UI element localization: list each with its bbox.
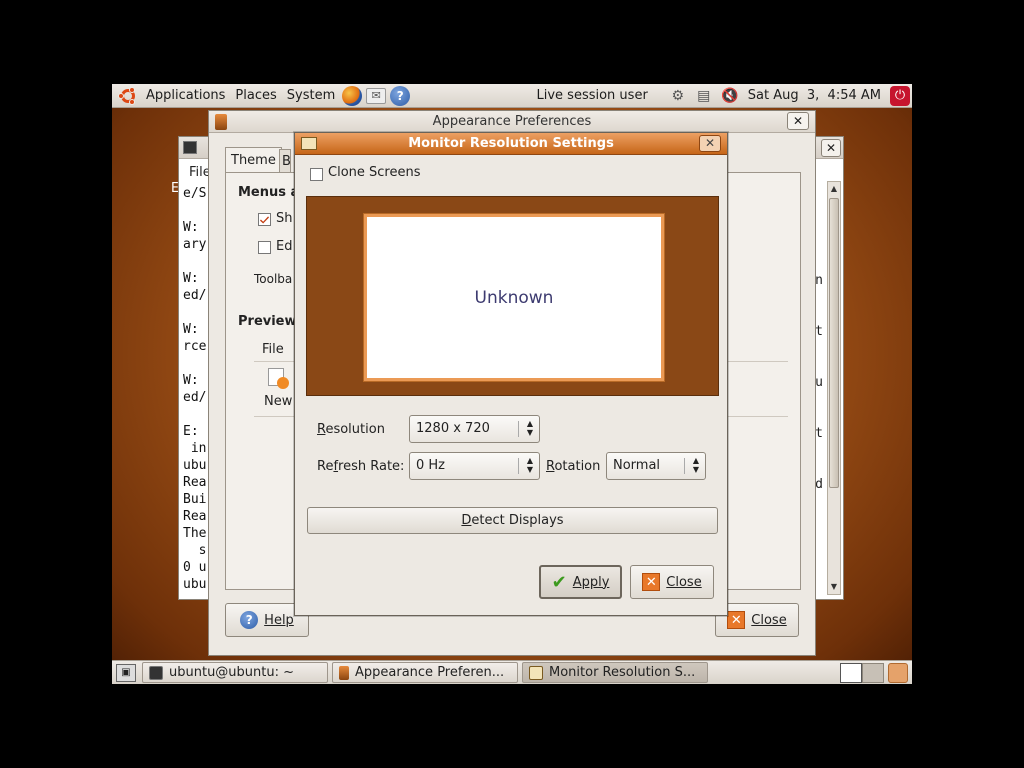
terminal-task-icon	[149, 665, 163, 680]
monitor-layout-area: Unknown	[306, 196, 719, 396]
preview-heading: Preview	[238, 314, 297, 329]
terminal-left-fragment: E	[171, 181, 179, 196]
help-icon[interactable]: ?	[390, 85, 411, 106]
taskbar-item-monitor[interactable]: Monitor Resolution S...	[522, 662, 708, 683]
new-document-icon	[268, 368, 289, 389]
firefox-icon[interactable]	[342, 85, 363, 106]
taskbar-item-label: Monitor Resolution S...	[549, 665, 696, 680]
taskbar-item-label: ubuntu@ubuntu: ~	[169, 665, 295, 680]
appearance-titlebar[interactable]: Appearance Preferences ✕	[209, 111, 815, 133]
close-button-icon: ✕	[727, 611, 746, 629]
rotation-value: Normal	[613, 458, 661, 473]
appearance-task-icon	[339, 665, 349, 680]
monitor-close-label: Close	[666, 574, 702, 590]
network-icon[interactable]: ▤	[695, 87, 713, 105]
toolbar-label: Toolba	[254, 272, 293, 286]
rotation-label: Rotation	[546, 459, 601, 474]
monitor-icon	[301, 137, 317, 150]
taskbar-item-terminal[interactable]: ubuntu@ubuntu: ~	[142, 662, 328, 683]
resolution-label: Resolution	[317, 422, 385, 437]
help-button-icon: ?	[240, 611, 259, 629]
rotation-select[interactable]: Normal ▲ ▼	[606, 452, 706, 480]
monitor-task-icon	[529, 665, 543, 680]
detect-displays-button[interactable]: Detect Displays	[307, 507, 718, 534]
refresh-rate-select[interactable]: 0 Hz ▲ ▼	[409, 452, 540, 480]
applications-menu[interactable]: Applications	[141, 88, 230, 103]
monitor-close-button[interactable]: ✕ Close	[630, 565, 714, 599]
help-button-label: Help	[264, 612, 294, 628]
tab-theme[interactable]: Theme	[225, 147, 282, 173]
appearance-title: Appearance Preferences	[432, 114, 592, 129]
monitor-name: Unknown	[474, 287, 554, 308]
terminal-fragment: u	[815, 375, 823, 390]
apply-button[interactable]: ✔ Apply	[539, 565, 622, 599]
show-icons-checkbox[interactable]	[258, 213, 271, 226]
ubuntu-logo-icon[interactable]	[118, 86, 138, 106]
terminal-output: e/S W: ary W: ed/ W: rce W: ed/ E: in ub…	[183, 186, 207, 592]
clone-screens-label[interactable]: Clone Screens	[328, 165, 420, 180]
clock[interactable]: Sat Aug 3, 4:54 AM	[743, 88, 886, 103]
monitor-resolution-dialog[interactable]: Monitor Resolution Settings ✕ Clone Scre…	[294, 132, 728, 616]
resolution-select[interactable]: 1280 x 720 ▲ ▼	[409, 415, 540, 443]
terminal-fragment: t	[815, 426, 823, 441]
terminal-close-button[interactable]: ✕	[821, 139, 841, 157]
mail-icon[interactable]: ✉	[366, 87, 387, 104]
scroll-up-arrow-icon[interactable]: ▲	[828, 182, 840, 196]
workspace-1[interactable]	[840, 662, 862, 683]
editable-accels-checkbox[interactable]	[258, 241, 271, 254]
system-menu[interactable]: System	[282, 88, 340, 103]
appearance-icon	[215, 114, 227, 130]
volume-muted-icon[interactable]: 🔇	[721, 87, 739, 105]
refresh-rate-value: 0 Hz	[416, 458, 446, 473]
settings-gear-icon[interactable]: ⚙	[669, 87, 687, 105]
terminal-fragment: d	[815, 477, 823, 492]
apply-check-icon: ✔	[551, 571, 567, 593]
taskbar-item-label: Appearance Preferen...	[355, 665, 505, 680]
preview-new-label: New	[264, 394, 293, 409]
appearance-close-x-button[interactable]: ✕	[787, 112, 809, 130]
taskbar-item-appearance[interactable]: Appearance Preferen...	[332, 662, 518, 683]
terminal-icon	[183, 141, 197, 154]
scrollbar-thumb[interactable]	[829, 198, 839, 488]
scroll-down-arrow-icon[interactable]: ▼	[828, 580, 840, 594]
monitor-preview[interactable]: Unknown	[363, 213, 665, 382]
terminal-fragment: t	[815, 324, 823, 339]
menus-heading: Menus a	[238, 185, 300, 200]
refresh-rate-label: Refresh Rate:	[317, 459, 405, 474]
show-desktop-icon[interactable]: ▣	[116, 663, 136, 682]
editable-accels-label: Ed	[276, 239, 293, 254]
spin-arrows-icon: ▲ ▼	[526, 419, 533, 437]
preview-file-menu: File	[262, 342, 284, 357]
show-icons-label: Sh	[276, 211, 293, 226]
session-user[interactable]: Live session user	[532, 88, 653, 103]
spin-arrows-icon: ▲ ▼	[526, 456, 533, 474]
bottom-panel: ▣ ubuntu@ubuntu: ~ Appearance Preferen..…	[112, 660, 912, 684]
detect-displays-label: Detect Displays	[461, 513, 564, 528]
desktop: Applications Places System ✉ ? Live sess…	[112, 84, 912, 684]
places-menu[interactable]: Places	[230, 88, 281, 103]
power-icon[interactable]: ⏻	[890, 85, 910, 106]
clone-screens-checkbox[interactable]	[310, 168, 323, 181]
apply-label: Apply	[572, 574, 610, 590]
terminal-scrollbar[interactable]: ▲ ▼	[827, 181, 841, 595]
workspace-2[interactable]	[862, 662, 884, 683]
resolution-value: 1280 x 720	[416, 421, 490, 436]
spin-arrows-icon: ▲ ▼	[692, 456, 699, 474]
monitor-close-x-button[interactable]: ✕	[699, 135, 721, 152]
close-button-icon: ✕	[642, 573, 661, 591]
trash-icon[interactable]	[888, 662, 908, 683]
terminal-fragment: n	[815, 273, 823, 288]
monitor-title: Monitor Resolution Settings	[408, 136, 614, 151]
monitor-titlebar[interactable]: Monitor Resolution Settings ✕	[295, 133, 727, 155]
appearance-close-label: Close	[751, 612, 787, 628]
tab-background[interactable]: B	[279, 149, 291, 173]
top-panel: Applications Places System ✉ ? Live sess…	[112, 84, 912, 108]
